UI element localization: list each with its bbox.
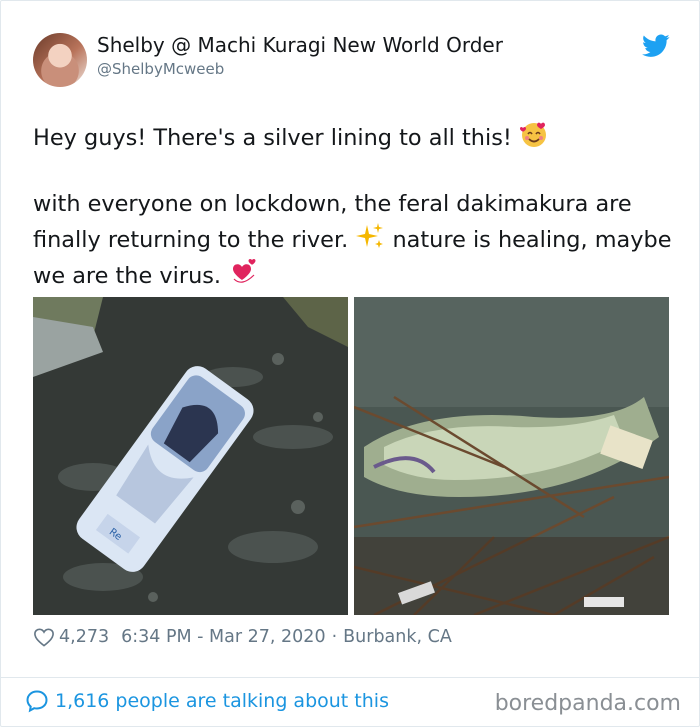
meta-separator: · bbox=[331, 627, 338, 647]
lake-pillow-photo-illustration bbox=[354, 297, 669, 615]
tweet-meta: 4,273 6:34 PM - Mar 27, 2020 · Burbank, … bbox=[33, 627, 458, 647]
tweet-photo-lake-pillow[interactable] bbox=[354, 297, 669, 615]
tweet-timestamp[interactable]: 6:34 PM - Mar 27, 2020 bbox=[121, 627, 325, 647]
tweet-card: Shelby @ Machi Kuragi New World Order @S… bbox=[0, 0, 700, 727]
tweet-photo-river-pillow[interactable]: Re bbox=[33, 297, 348, 615]
revolving-hearts-emoji bbox=[233, 258, 256, 283]
author-handle[interactable]: @ShelbyMcweeb bbox=[97, 60, 224, 78]
tweet-location[interactable]: Burbank, CA bbox=[343, 627, 452, 647]
tweet-text: Hey guys! There's a silver lining to all… bbox=[33, 119, 673, 293]
divider bbox=[1, 677, 699, 678]
smiling-face-with-hearts-emoji bbox=[519, 122, 546, 147]
twitter-bird-icon[interactable] bbox=[642, 34, 670, 58]
river-pillow-photo-illustration: Re bbox=[33, 297, 348, 615]
speech-bubble-icon bbox=[26, 690, 48, 713]
conversation-label: 1,616 people are talking about this bbox=[55, 690, 389, 712]
avatar[interactable] bbox=[33, 33, 87, 87]
conversation-link[interactable]: 1,616 people are talking about this bbox=[25, 689, 389, 713]
author-display-name[interactable]: Shelby @ Machi Kuragi New World Order bbox=[97, 33, 503, 57]
heart-icon[interactable] bbox=[33, 627, 55, 647]
watermark: boredpanda.com bbox=[494, 691, 681, 716]
sparkles-emoji bbox=[356, 223, 384, 248]
like-count[interactable]: 4,273 bbox=[59, 627, 109, 647]
tweet-line-1: Hey guys! There's a silver lining to all… bbox=[33, 125, 512, 151]
